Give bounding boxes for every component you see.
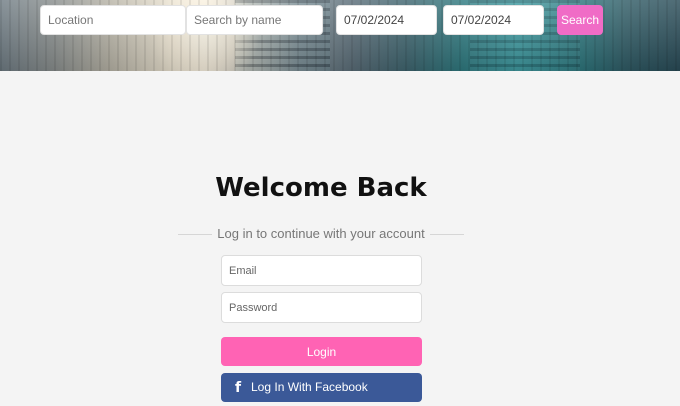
subtitle: Log in to continue with your account: [217, 226, 425, 241]
email-field[interactable]: [221, 255, 422, 286]
facebook-login-button[interactable]: f Log In With Facebook: [221, 373, 422, 402]
divider-line-left: [178, 234, 212, 235]
divider-line-right: [430, 234, 464, 235]
page-title: Welcome Back: [215, 173, 427, 203]
search-by-name-input[interactable]: [186, 5, 323, 35]
location-input[interactable]: [40, 5, 186, 35]
facebook-icon: f: [234, 380, 242, 396]
hero-banner: Search: [0, 0, 680, 71]
login-button[interactable]: Login: [221, 337, 422, 366]
password-field[interactable]: [221, 292, 422, 323]
check-out-date-input[interactable]: [443, 5, 544, 35]
facebook-login-label: Log In With Facebook: [251, 380, 368, 394]
subtitle-divider: Log in to continue with your account: [178, 226, 464, 242]
check-in-date-input[interactable]: [336, 5, 437, 35]
search-button[interactable]: Search: [557, 5, 603, 35]
